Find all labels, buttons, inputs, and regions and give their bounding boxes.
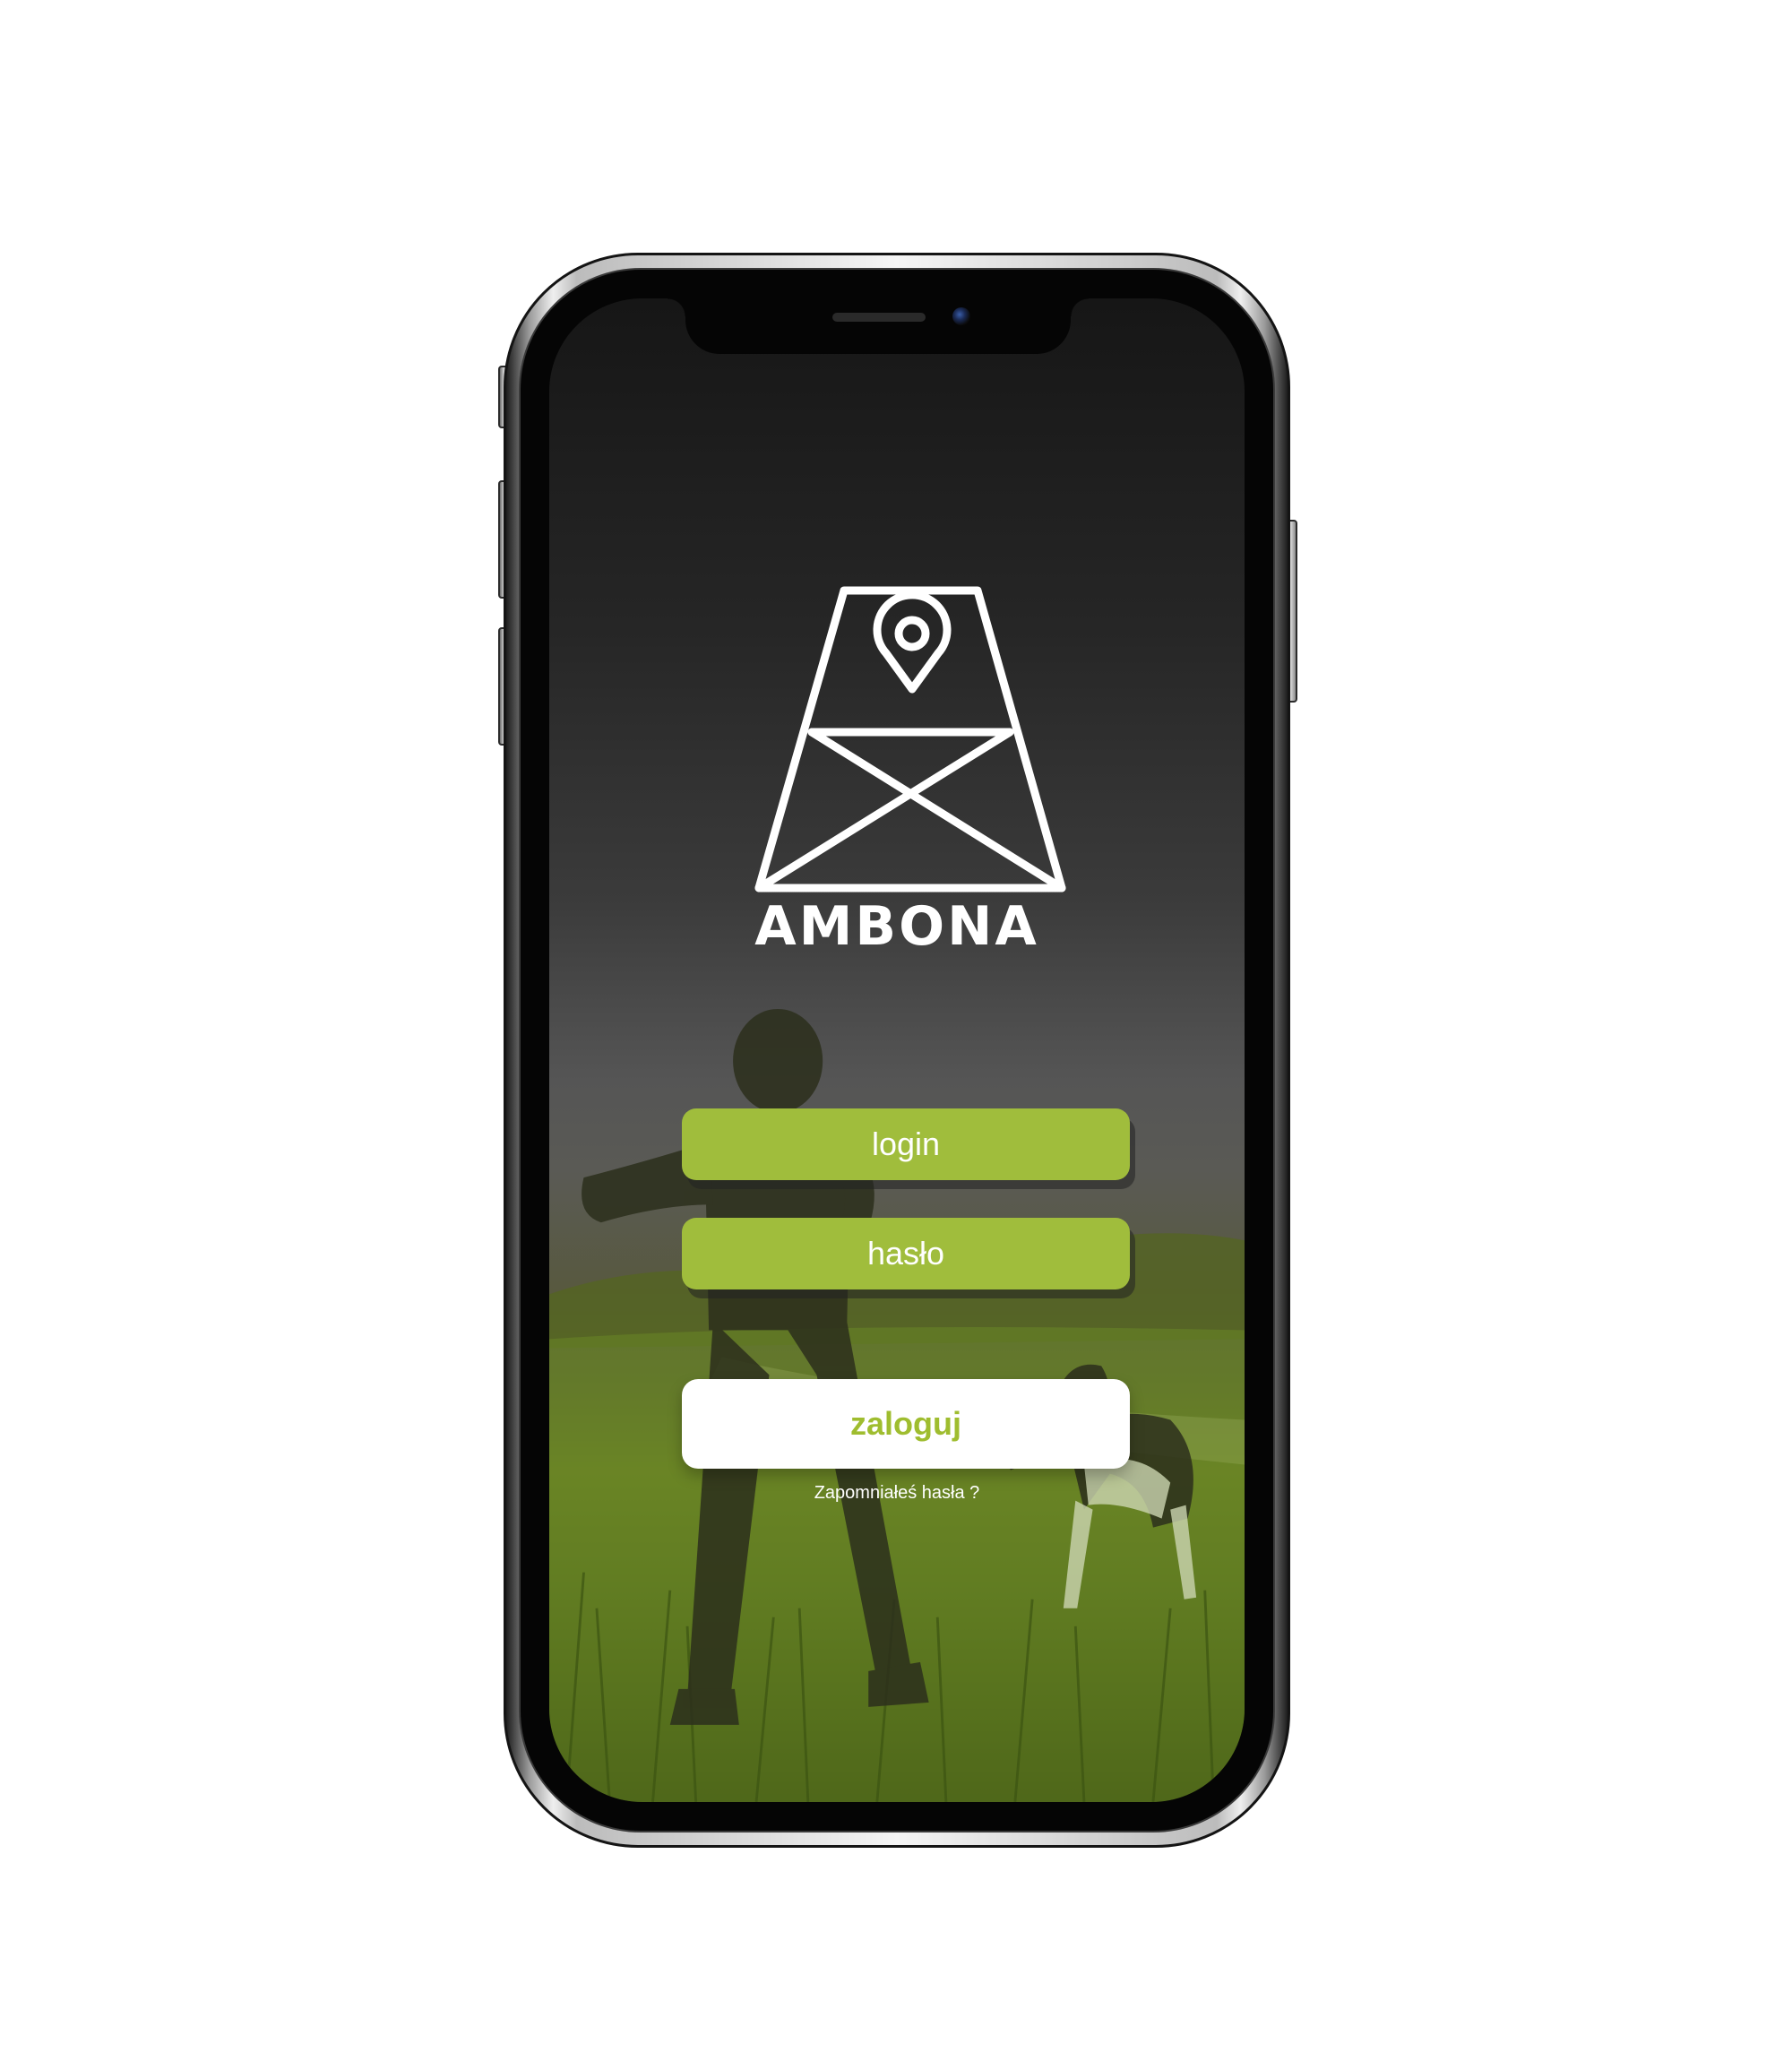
login-field-label: login [871,1125,941,1162]
phone-notch [668,298,1089,354]
phone-bezel: AMBONA login hasło zaloguj Zapomniałeś h… [519,268,1275,1832]
background-photo [549,1008,1245,1802]
app-screen: AMBONA login hasło zaloguj Zapomniałeś h… [549,298,1245,1802]
front-camera [952,307,970,325]
mockup-stage: AMBONA login hasło zaloguj Zapomniałeś h… [0,0,1792,2061]
login-button[interactable]: zaloguj [682,1379,1130,1469]
login-button-label: zaloguj [850,1405,961,1442]
password-field[interactable]: hasło [682,1218,1130,1289]
login-field[interactable]: login [682,1108,1130,1180]
brand-name: AMBONA [754,895,1039,958]
password-field-label: hasło [866,1235,945,1272]
earpiece-speaker [832,313,926,322]
ambona-logo-icon [754,586,1066,893]
forgot-password-link[interactable]: Zapomniałeś hasła ? [549,1483,1245,1504]
phone-frame: AMBONA login hasło zaloguj Zapomniałeś h… [504,253,1290,1848]
